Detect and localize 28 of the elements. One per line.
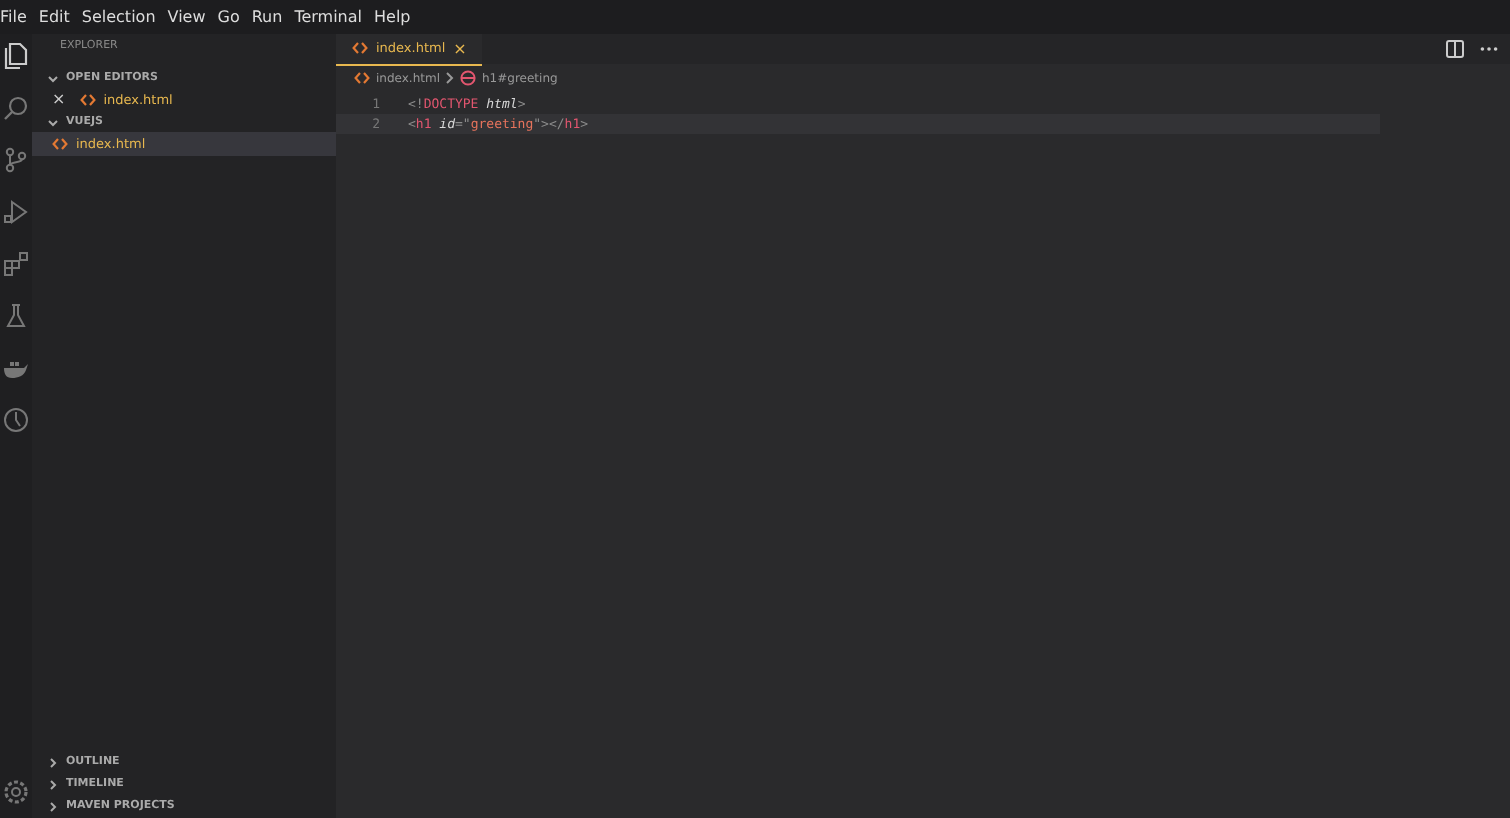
more-icon[interactable] xyxy=(1480,46,1498,52)
code-icon xyxy=(354,72,370,84)
menu-item[interactable]: Terminal xyxy=(294,8,362,26)
chevron-icon xyxy=(446,72,454,84)
menu-item[interactable]: File xyxy=(0,8,27,26)
code-icon xyxy=(52,138,68,150)
menu-item[interactable]: Edit xyxy=(38,8,70,26)
chevron-icon xyxy=(48,757,58,767)
code-icon xyxy=(79,94,96,106)
menu-item[interactable]: View xyxy=(167,8,206,26)
menu-item[interactable]: Go xyxy=(217,8,240,26)
search-icon[interactable] xyxy=(2,94,30,122)
files-icon[interactable] xyxy=(2,42,30,70)
chevron-icon xyxy=(48,73,58,83)
menu-item[interactable]: Help xyxy=(374,8,411,26)
split-editor-icon[interactable] xyxy=(1446,40,1464,58)
play-icon[interactable] xyxy=(2,198,30,226)
flask-icon[interactable] xyxy=(2,302,30,330)
settings-icon[interactable] xyxy=(2,778,30,806)
blocks-icon[interactable] xyxy=(2,250,30,278)
clock-icon[interactable] xyxy=(2,406,30,434)
chevron-icon xyxy=(48,117,58,127)
menu-item[interactable]: Selection xyxy=(81,8,156,26)
chevron-icon xyxy=(48,801,58,811)
branch-icon[interactable] xyxy=(2,146,30,174)
chevron-icon xyxy=(48,779,58,789)
menu-item[interactable]: Run xyxy=(251,8,283,26)
code-icon xyxy=(352,42,368,54)
